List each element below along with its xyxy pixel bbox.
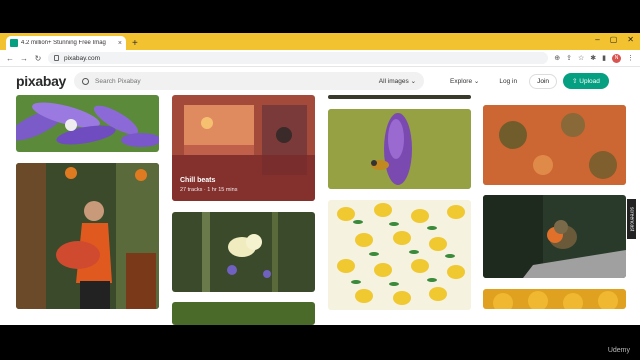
watermark: Udemy: [607, 347, 630, 354]
image-tile-orange-fruit-partial[interactable]: [483, 289, 626, 309]
sidepanel-icon[interactable]: ▮: [602, 54, 606, 62]
explore-menu[interactable]: Explore ⌄: [450, 77, 479, 85]
close-tab-icon[interactable]: ×: [118, 40, 122, 47]
site-header: pixabay All images ⌄ Explore ⌄ Log in Jo…: [0, 67, 640, 95]
upload-icon: ⇧: [572, 78, 578, 85]
media-type-dropdown[interactable]: All images ⌄: [379, 77, 416, 85]
forward-icon[interactable]: →: [20, 54, 28, 63]
chevron-down-icon: ⌄: [410, 78, 417, 85]
music-card-chill-beats[interactable]: Chill beats 27 tracks · 1 hr 15 mins: [172, 95, 315, 201]
image-gallery: Chill beats 27 tracks · 1 hr 15 mins: [0, 95, 640, 325]
tab-title: 4.2 million+ Stunning Free Imag: [21, 40, 106, 46]
pixabay-favicon-icon: [10, 39, 18, 47]
music-card-meta: 27 tracks · 1 hr 15 mins: [180, 187, 238, 193]
screencast-tag[interactable]: screencast: [627, 199, 636, 239]
upload-label: Upload: [579, 78, 600, 85]
image-tile-green-partial[interactable]: [172, 302, 315, 325]
share-icon[interactable]: ⇪: [566, 54, 572, 62]
image-tile-lemon-pattern[interactable]: [328, 200, 471, 310]
close-window-icon[interactable]: ✕: [627, 35, 634, 44]
browser-window: 4.2 million+ Stunning Free Imag × + – ▢ …: [0, 33, 640, 325]
window-controls: – ▢ ✕: [595, 35, 634, 44]
login-link[interactable]: Log in: [499, 78, 517, 85]
music-card-title: Chill beats: [180, 177, 216, 184]
url-field[interactable]: pixabay.com: [48, 52, 549, 64]
maximize-icon[interactable]: ▢: [610, 35, 618, 44]
bookmark-star-icon[interactable]: ☆: [578, 54, 584, 62]
profile-avatar[interactable]: N: [612, 53, 621, 63]
extensions-icon[interactable]: ✱: [590, 54, 596, 62]
image-tile-bee-lavender[interactable]: [328, 109, 471, 189]
lock-icon: [54, 55, 59, 61]
new-tab-button[interactable]: +: [132, 38, 138, 49]
image-tile-orange-foliage[interactable]: [483, 105, 626, 185]
explore-label: Explore: [450, 78, 473, 85]
tab-bar: 4.2 million+ Stunning Free Imag × + – ▢ …: [0, 33, 640, 50]
music-card-caption: Chill beats 27 tracks · 1 hr 15 mins: [180, 177, 237, 193]
image-tile-butterfly[interactable]: [172, 212, 315, 292]
image-tile-robin-bird[interactable]: [483, 195, 626, 278]
image-tile-top-partial[interactable]: [328, 95, 471, 99]
address-bar: ← → ↻ pixabay.com ⊕ ⇪ ☆ ✱ ▮ N ⋮: [0, 50, 640, 67]
pixabay-logo[interactable]: pixabay: [16, 73, 66, 89]
menu-kebab-icon[interactable]: ⋮: [627, 54, 634, 62]
url-text: pixabay.com: [64, 54, 101, 62]
install-icon[interactable]: ⊕: [554, 54, 560, 62]
chevron-down-icon: ⌄: [473, 78, 480, 85]
media-type-label: All images: [378, 78, 409, 85]
reload-icon[interactable]: ↻: [34, 54, 42, 63]
back-icon[interactable]: ←: [6, 54, 14, 63]
image-tile-purple-flowers[interactable]: [16, 95, 159, 152]
search-icon: [82, 77, 90, 85]
screen: 4.2 million+ Stunning Free Imag × + – ▢ …: [0, 0, 640, 360]
upload-button[interactable]: ⇧ Upload: [563, 73, 609, 89]
join-button[interactable]: Join: [529, 73, 558, 89]
search-input[interactable]: [95, 77, 326, 85]
browser-tab[interactable]: 4.2 million+ Stunning Free Imag ×: [6, 36, 126, 50]
minimize-icon[interactable]: –: [595, 35, 599, 44]
search-bar[interactable]: All images ⌄: [74, 72, 425, 90]
image-tile-woman-portrait[interactable]: [16, 163, 159, 309]
